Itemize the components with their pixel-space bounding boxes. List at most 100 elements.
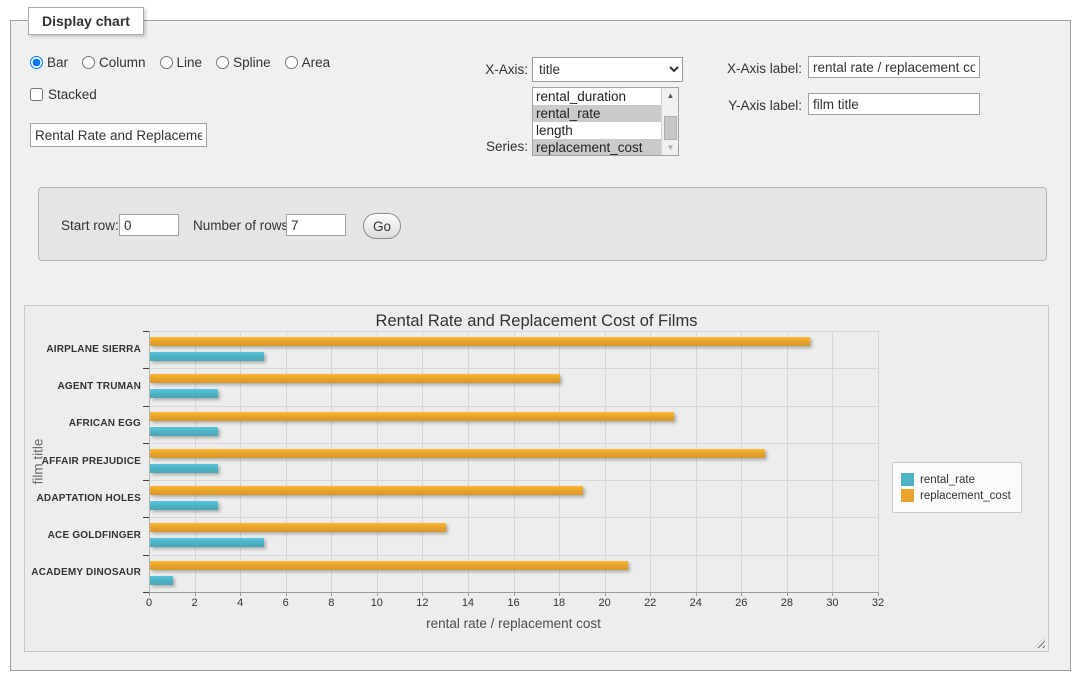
legend-item-rental_rate[interactable]: rental_rate [901, 473, 1011, 486]
chart-type-label-line[interactable]: Line [177, 55, 203, 70]
number-of-rows-input[interactable] [286, 214, 346, 236]
x-axis-label-input[interactable] [808, 56, 980, 78]
x-tick-label: 14 [446, 597, 490, 609]
gridline [422, 331, 423, 592]
bar-replacement_cost [150, 412, 674, 421]
series-listbox[interactable]: rental_durationrental_ratelengthreplacem… [532, 87, 679, 156]
x-tick-label: 24 [674, 597, 718, 609]
bar-replacement_cost [150, 374, 560, 383]
chart-type-label-spline[interactable]: Spline [233, 55, 271, 70]
gridline [195, 331, 196, 592]
legend-label: rental_rate [920, 474, 975, 486]
y-axis-title: film title [31, 407, 46, 517]
series-list-label: Series: [450, 139, 528, 154]
go-button[interactable]: Go [363, 213, 401, 239]
chart-plot-area [149, 331, 878, 592]
start-row-input[interactable] [119, 214, 179, 236]
gridline [377, 331, 378, 592]
chart-title-input[interactable] [30, 123, 207, 147]
chart-type-radio-area[interactable] [285, 56, 298, 69]
category-label: AFFAIR PREJUDICE [29, 456, 141, 467]
x-axis-label-label: X-Axis label: [712, 61, 802, 76]
gridline [605, 331, 606, 592]
scrollbar-thumb[interactable] [664, 116, 677, 140]
gridline [149, 480, 878, 481]
category-label: ACADEMY DINOSAUR [29, 567, 141, 578]
legend-swatch-icon [901, 473, 914, 486]
stacked-label[interactable]: Stacked [48, 87, 97, 102]
gridline [696, 331, 697, 592]
x-tick-label: 0 [127, 597, 171, 609]
gridline [331, 331, 332, 592]
chart-type-label-bar[interactable]: Bar [47, 55, 68, 70]
y-axis-label-input[interactable] [808, 93, 980, 115]
category-label: AFRICAN EGG [29, 418, 141, 429]
series-option-replacement_cost[interactable]: replacement_cost [533, 139, 661, 156]
gridline [149, 517, 878, 518]
scroll-down-icon[interactable]: ▼ [662, 140, 679, 155]
y-axis-label-label: Y-Axis label: [712, 98, 802, 113]
bar-replacement_cost [150, 561, 628, 570]
x-tick-label: 22 [628, 597, 672, 609]
gridline [240, 331, 241, 592]
bar-rental_rate [150, 501, 218, 510]
series-options: rental_durationrental_ratelengthreplacem… [533, 88, 661, 155]
gridline [741, 331, 742, 592]
gridline [468, 331, 469, 592]
bar-rental_rate [150, 464, 218, 473]
chart-title: Rental Rate and Replacement Cost of Film… [25, 312, 1048, 331]
y-axis-line [149, 331, 150, 592]
chart-legend: rental_rate replacement_cost [892, 462, 1022, 513]
bar-rental_rate [150, 538, 264, 547]
gridline [650, 331, 651, 592]
category-label: AGENT TRUMAN [29, 381, 141, 392]
series-list-scrollbar[interactable]: ▲ ▼ [661, 88, 678, 155]
x-tick-label: 30 [810, 597, 854, 609]
x-axis-select[interactable]: title [532, 57, 683, 82]
rows-panel: Start row: Number of rows: Go [38, 187, 1047, 261]
x-tick [878, 592, 879, 596]
x-tick-label: 2 [173, 597, 217, 609]
x-tick-label: 4 [218, 597, 262, 609]
chart-type-radio-line[interactable] [160, 56, 173, 69]
scroll-up-icon[interactable]: ▲ [662, 88, 679, 103]
chart-container: Rental Rate and Replacement Cost of Film… [24, 305, 1049, 652]
x-tick-label: 6 [264, 597, 308, 609]
chart-type-label-column[interactable]: Column [99, 55, 146, 70]
chart-type-radio-column[interactable] [82, 56, 95, 69]
bar-replacement_cost [150, 337, 810, 346]
gridline [514, 331, 515, 592]
gridline [149, 443, 878, 444]
gridline [832, 331, 833, 592]
series-option-rental_duration[interactable]: rental_duration [533, 88, 661, 105]
x-tick-label: 8 [309, 597, 353, 609]
gridline [149, 331, 878, 332]
stacked-row: Stacked [30, 87, 97, 102]
bar-replacement_cost [150, 449, 765, 458]
legend-item-replacement_cost[interactable]: replacement_cost [901, 489, 1011, 502]
chart-type-radio-spline[interactable] [216, 56, 229, 69]
gridline [149, 555, 878, 556]
bar-rental_rate [150, 427, 218, 436]
gridline [559, 331, 560, 592]
legend-swatch-icon [901, 489, 914, 502]
bar-rental_rate [150, 389, 218, 398]
chart-type-label-area[interactable]: Area [302, 55, 331, 70]
x-tick-label: 28 [765, 597, 809, 609]
bar-rental_rate [150, 352, 264, 361]
chart-type-radio-bar[interactable] [30, 56, 43, 69]
bar-rental_rate [150, 576, 173, 585]
stacked-checkbox[interactable] [30, 88, 43, 101]
x-tick-label: 16 [492, 597, 536, 609]
gridline [878, 331, 879, 592]
number-of-rows-label: Number of rows: [193, 218, 292, 233]
resize-grip-icon[interactable] [1034, 637, 1045, 648]
category-label: ADAPTATION HOLES [29, 493, 141, 504]
series-option-rental_rate[interactable]: rental_rate [533, 105, 661, 122]
x-tick-label: 26 [719, 597, 763, 609]
category-label: ACE GOLDFINGER [29, 530, 141, 541]
fieldset-legend: Display chart [28, 7, 144, 35]
series-option-length[interactable]: length [533, 122, 661, 139]
start-row-label: Start row: [61, 218, 119, 233]
gridline [149, 406, 878, 407]
